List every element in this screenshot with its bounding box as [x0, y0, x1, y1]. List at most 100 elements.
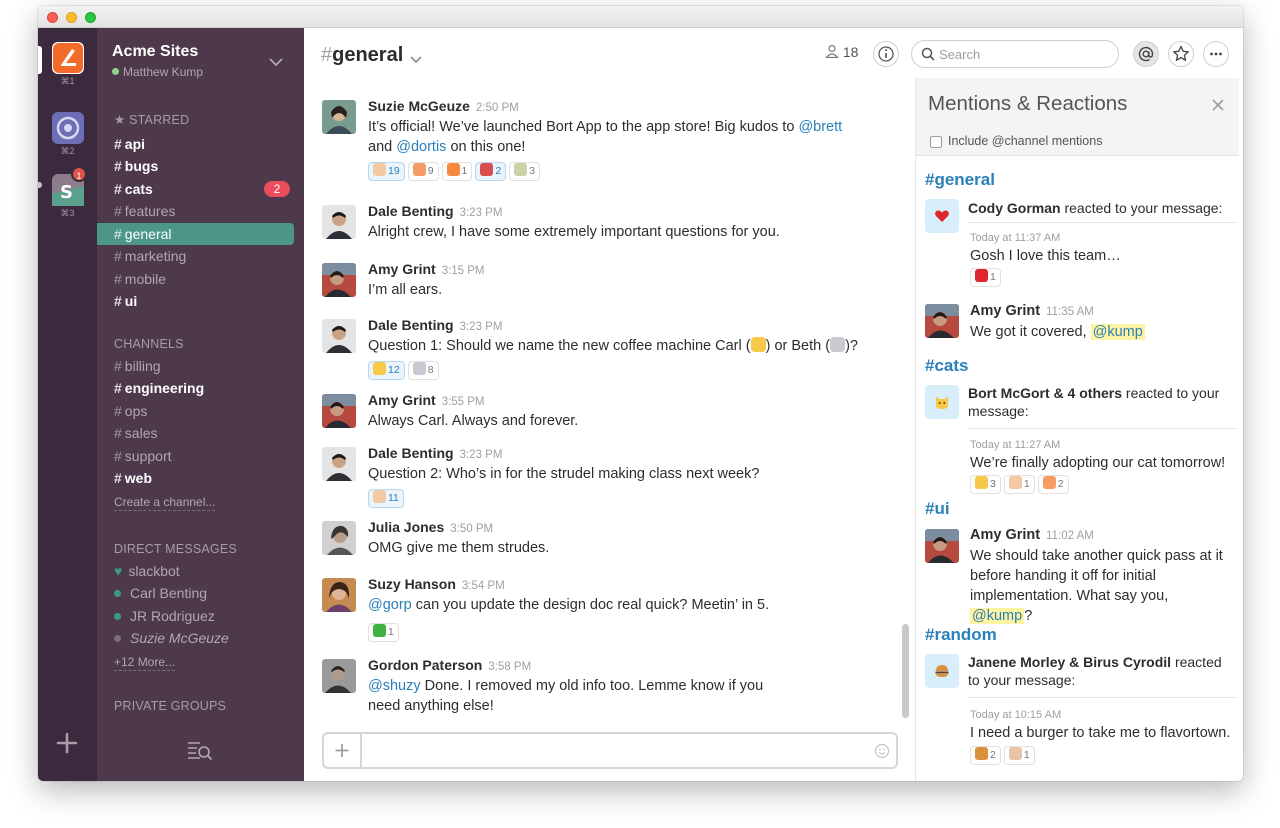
message-author[interactable]: Amy Grint 11:35 AM: [970, 303, 1094, 319]
reaction-rabbit[interactable]: 8: [407, 361, 439, 380]
current-user[interactable]: Matthew Kump: [112, 65, 203, 79]
scrollbar-thumb[interactable]: [902, 624, 909, 718]
message-timestamp[interactable]: 3:50 PM: [450, 523, 493, 535]
sidebar-channel-engineering[interactable]: # engineering: [97, 377, 304, 399]
message-author[interactable]: Dale Benting: [368, 445, 454, 461]
avatar[interactable]: [322, 394, 356, 428]
team-2-icon[interactable]: [52, 112, 84, 144]
user-mention[interactable]: @kump: [970, 608, 1025, 624]
channel-title[interactable]: #general: [321, 44, 403, 67]
reaction-dancer[interactable]: 2: [475, 162, 507, 181]
message-author[interactable]: Suzie McGeuze: [368, 98, 470, 114]
message-author[interactable]: Dale Benting: [368, 203, 454, 219]
dm-suzie-mcgeuze[interactable]: Suzie McGeuze: [97, 627, 304, 649]
user-mention[interactable]: @brett: [798, 119, 842, 135]
chevron-down-icon[interactable]: [269, 54, 283, 67]
message-timestamp[interactable]: 3:55 PM: [442, 396, 485, 408]
avatar[interactable]: [322, 447, 356, 481]
include-channel-mentions-checkbox[interactable]: [930, 136, 942, 148]
sidebar-channel-ops[interactable]: # ops: [97, 400, 304, 422]
direct-messages-header[interactable]: DIRECT MESSAGES: [114, 542, 237, 556]
reaction-heart[interactable]: 1: [970, 268, 1001, 287]
reaction-burger[interactable]: 2: [970, 746, 1001, 765]
close-window-button[interactable]: [47, 12, 58, 23]
message-author[interactable]: Julia Jones: [368, 519, 444, 535]
user-mention[interactable]: @dortis: [396, 139, 446, 155]
reaction-cat[interactable]: 12: [368, 361, 405, 380]
chevron-down-icon[interactable]: [410, 52, 422, 64]
message-timestamp[interactable]: 3:23 PM: [460, 321, 503, 333]
private-groups-header[interactable]: PRIVATE GROUPS: [114, 699, 226, 713]
minimize-window-button[interactable]: [66, 12, 77, 23]
reaction-clap[interactable]: 19: [368, 162, 405, 181]
message-author[interactable]: Amy Grint 11:02 AM: [970, 527, 1094, 543]
message-timestamp[interactable]: 3:15 PM: [442, 265, 485, 277]
user-mention[interactable]: @gorp: [368, 597, 412, 613]
sidebar-channel-general[interactable]: # general: [97, 223, 294, 245]
message-timestamp[interactable]: 3:58 PM: [488, 661, 531, 673]
add-team-plus-icon[interactable]: [56, 732, 78, 754]
sidebar-channel-mobile[interactable]: # mobile: [97, 268, 304, 290]
dm-jr-rodriguez[interactable]: JR Rodriguez: [97, 605, 304, 627]
more-dms-link[interactable]: +12 More...: [114, 655, 176, 671]
user-mention[interactable]: @shuzy: [368, 678, 421, 694]
message-timestamp[interactable]: Today at 11:37 AM: [970, 232, 1060, 244]
message-input[interactable]: [366, 739, 856, 763]
avatar[interactable]: [322, 521, 356, 555]
message-author[interactable]: Dale Benting: [368, 317, 454, 333]
message-scrollbar[interactable]: [902, 78, 909, 718]
starred-header[interactable]: ★ STARRED: [114, 112, 189, 127]
avatar[interactable]: [322, 100, 356, 134]
dm-carl-benting[interactable]: Carl Benting: [97, 582, 304, 604]
sidebar-channel-marketing[interactable]: # marketing: [97, 245, 304, 267]
sidebar-channel-features[interactable]: # features: [97, 200, 304, 222]
reaction-chef[interactable]: 1: [1003, 746, 1035, 765]
team-acme-icon[interactable]: [52, 42, 84, 74]
reaction-party[interactable]: 9: [407, 162, 439, 181]
sidebar-channel-api[interactable]: # api: [97, 133, 304, 155]
message-timestamp[interactable]: 3:23 PM: [460, 207, 503, 219]
message-timestamp[interactable]: Today at 11:27 AM: [970, 439, 1060, 451]
panel-channel-link[interactable]: #cats: [925, 356, 968, 376]
sidebar-channel-bugs[interactable]: # bugs: [97, 155, 304, 177]
avatar[interactable]: [322, 205, 356, 239]
message-timestamp[interactable]: 2:50 PM: [476, 102, 519, 114]
more-options-button[interactable]: [1203, 41, 1229, 67]
mentions-button[interactable]: [1133, 41, 1159, 67]
panel-channel-link[interactable]: #ui: [925, 499, 950, 519]
search-box[interactable]: [911, 40, 1119, 68]
avatar[interactable]: [322, 319, 356, 353]
sidebar-channel-ui[interactable]: # ui: [97, 290, 304, 312]
starred-items-button[interactable]: [1168, 41, 1194, 67]
avatar[interactable]: [322, 263, 356, 297]
channels-header[interactable]: CHANNELS: [114, 337, 184, 351]
channel-info-button[interactable]: [873, 41, 899, 67]
message-author[interactable]: Gordon Paterson: [368, 657, 482, 673]
close-icon[interactable]: [1211, 98, 1225, 112]
team-name[interactable]: Acme Sites: [112, 43, 198, 61]
reaction-clap[interactable]: 1: [1003, 475, 1035, 494]
message-timestamp[interactable]: 3:23 PM: [460, 449, 503, 461]
sidebar-channel-cats[interactable]: # cats 2: [97, 178, 304, 200]
member-count-button[interactable]: 18: [825, 44, 858, 60]
sidebar-channel-sales[interactable]: # sales: [97, 422, 304, 444]
reaction-party[interactable]: 2: [1037, 475, 1069, 494]
attach-plus-button[interactable]: [324, 734, 362, 767]
message-timestamp[interactable]: 3:54 PM: [462, 580, 505, 592]
search-input[interactable]: [939, 45, 1109, 63]
message-timestamp[interactable]: Today at 10:15 AM: [970, 709, 1061, 721]
create-channel-link[interactable]: Create a channel...: [114, 495, 216, 511]
message-author[interactable]: Amy Grint: [368, 261, 436, 277]
reaction-check[interactable]: 1: [368, 623, 399, 642]
emoji-smile-icon[interactable]: [874, 743, 890, 759]
reaction-fire[interactable]: 1: [441, 162, 473, 181]
reaction-hand[interactable]: 11: [368, 489, 404, 508]
panel-channel-link[interactable]: #general: [925, 170, 995, 190]
zoom-window-button[interactable]: [85, 12, 96, 23]
quick-switcher-search-icon[interactable]: [187, 740, 213, 762]
dm-slackbot[interactable]: ♥ slackbot: [97, 560, 304, 582]
avatar[interactable]: [322, 659, 356, 693]
reaction-money[interactable]: 3: [509, 162, 541, 181]
sidebar-channel-billing[interactable]: # billing: [97, 355, 304, 377]
user-mention[interactable]: @kump: [1090, 324, 1145, 340]
